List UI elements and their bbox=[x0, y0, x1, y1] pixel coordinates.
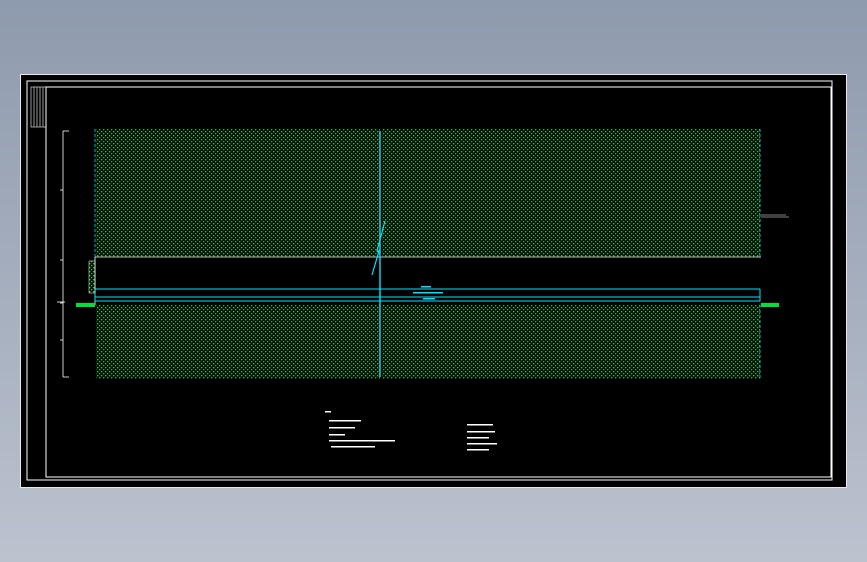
left-anchor-block bbox=[88, 260, 96, 294]
elevation-tag-right bbox=[761, 303, 779, 307]
elevation-tag-left bbox=[76, 303, 95, 307]
soil-hatch-upper-right bbox=[382, 129, 760, 257]
soil-hatch-upper-left bbox=[96, 129, 380, 257]
cad-viewport[interactable] bbox=[20, 74, 847, 488]
soil-hatch-lower-right bbox=[382, 305, 760, 379]
drawing-canvas bbox=[26, 80, 833, 481]
notes-block bbox=[325, 411, 497, 451]
right-tag bbox=[761, 214, 789, 218]
title-block-strip bbox=[30, 86, 47, 128]
trench-outline bbox=[94, 256, 761, 305]
elevation-scale bbox=[57, 130, 69, 378]
soil-hatch-lower-left bbox=[96, 305, 380, 379]
